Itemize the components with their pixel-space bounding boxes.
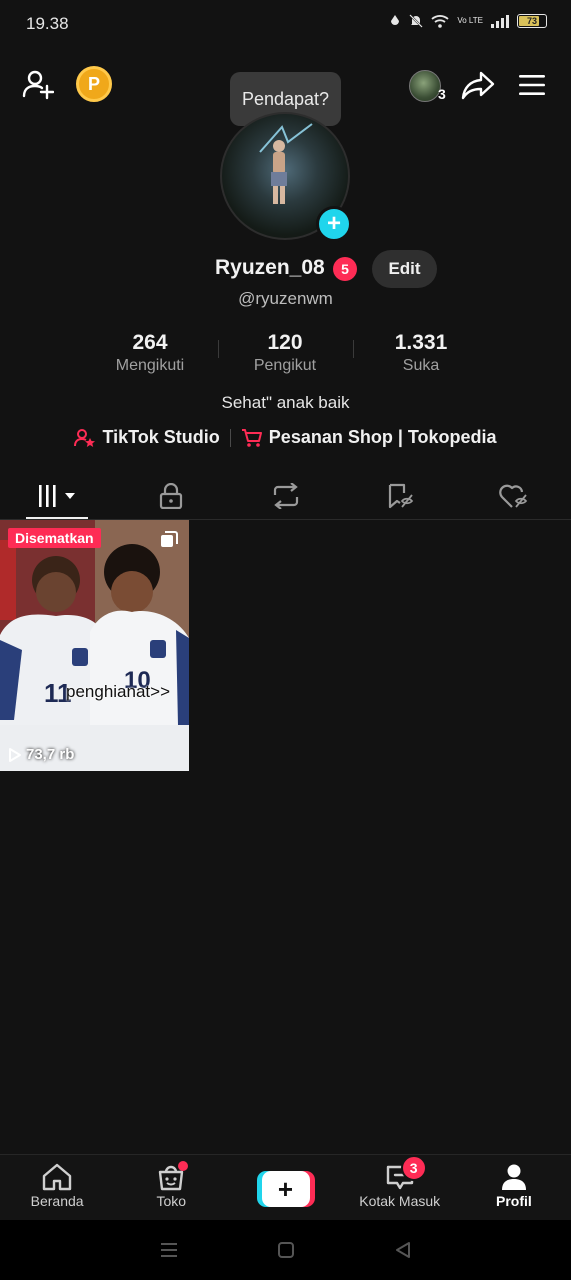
coin-label: P [87,73,100,94]
view-count: 73,7 rb [26,746,75,763]
status-icons: Vo LTE 73 [389,14,547,28]
profile-icon [501,1164,526,1190]
notification-badge: 5 [333,257,357,281]
mute-bell-icon [409,14,424,28]
shopping-cart-icon [241,428,262,447]
stat-followers[interactable]: 120 Pengikut [215,331,355,375]
battery-level: 73 [526,16,537,26]
link-divider [229,428,231,447]
thumbnail-image: 11 10 [0,520,189,771]
play-icon [9,747,21,762]
home-icon [42,1163,72,1191]
coin-icon[interactable]: P [76,66,112,102]
bio-text: Sehat" anak baik [221,393,350,412]
nav-create[interactable]: + [228,1155,342,1220]
create-plus-icon: + [256,1171,315,1207]
link-label: TikTok Studio [102,427,220,447]
shop-orders-link[interactable]: Pesanan Shop | Tokopedia [241,427,497,448]
nav-inbox[interactable]: 3 Kotak Masuk [343,1155,457,1220]
back-icon[interactable] [394,1241,412,1259]
multi-video-icon [161,531,178,547]
network-label: Vo LTE [457,16,483,25]
share-icon[interactable] [461,70,495,100]
nav-profile[interactable]: Profil [457,1155,571,1220]
person-star-icon [74,428,96,447]
status-time: 19.38 [26,14,69,33]
tiktok-studio-link[interactable]: TikTok Studio [74,427,220,448]
data-saver-icon [391,15,400,25]
video-overlay-text: penghianat>> [66,682,170,701]
add-avatar-button[interactable]: + [316,206,352,242]
tab-reposts[interactable] [228,472,342,519]
stat-following[interactable]: 264 Mengikuti [80,331,220,375]
video-views: 73,7 rb [8,746,74,763]
home-button-icon[interactable] [277,1241,295,1259]
nav-shop[interactable]: Toko [114,1155,228,1220]
heart-icon [499,484,528,508]
bottom-navigation: Beranda Toko + 3 Kotak Masuk Profil [0,1154,571,1220]
tab-liked[interactable] [457,472,571,519]
active-tab-indicator [26,517,89,519]
link-label: Pesanan Shop | Tokopedia [268,427,497,447]
stat-label: Suka [402,357,440,374]
bookmark-icon [388,483,413,508]
system-navigation [0,1220,571,1280]
stat-label: Pengikut [253,357,317,374]
stat-value: 264 [132,331,168,354]
tab-private[interactable] [114,472,228,519]
lock-icon [160,482,183,509]
shop-notification-dot [178,1161,189,1171]
stat-likes[interactable]: 1.331 Suka [351,331,491,375]
nav-label: Toko [156,1193,187,1209]
nav-label: Beranda [30,1193,84,1209]
username: Ryuzen_08 [215,256,325,279]
stat-value: 1.331 [394,331,448,354]
recent-apps-icon[interactable] [159,1242,179,1258]
signal-icon [491,14,509,28]
nav-label: Profil [496,1193,532,1209]
avatar-effect [259,123,313,153]
nav-home[interactable]: Beranda [0,1155,114,1220]
battery-icon: 73 [517,14,547,28]
profile-tabs [0,472,571,520]
stat-label: Mengikuti [115,357,185,374]
mini-avatar-count: 3 [438,86,446,102]
mini-avatar[interactable] [409,70,441,102]
profile-links: TikTok Studio Pesanan Shop | Tokopedia [0,427,571,448]
stat-value: 120 [267,331,303,354]
video-thumbnail[interactable]: 11 10 Disematkan penghianat>> 73,7 rb [0,520,189,771]
pinned-badge: Disematkan [8,528,101,548]
inbox-badge: 3 [400,1155,427,1181]
grid-bars-icon [39,484,76,507]
tooltip-text: Pendapat? [241,88,330,109]
menu-icon[interactable] [518,73,546,97]
repost-icon [273,482,298,509]
user-handle: @ryuzenwm [238,289,333,308]
add-friend-icon[interactable] [22,68,54,100]
nav-label: Kotak Masuk [359,1193,441,1209]
tab-videos[interactable] [0,472,114,519]
wifi-icon [431,15,449,28]
edit-profile-button[interactable]: Edit [372,250,437,288]
tab-favorites[interactable] [343,472,457,519]
